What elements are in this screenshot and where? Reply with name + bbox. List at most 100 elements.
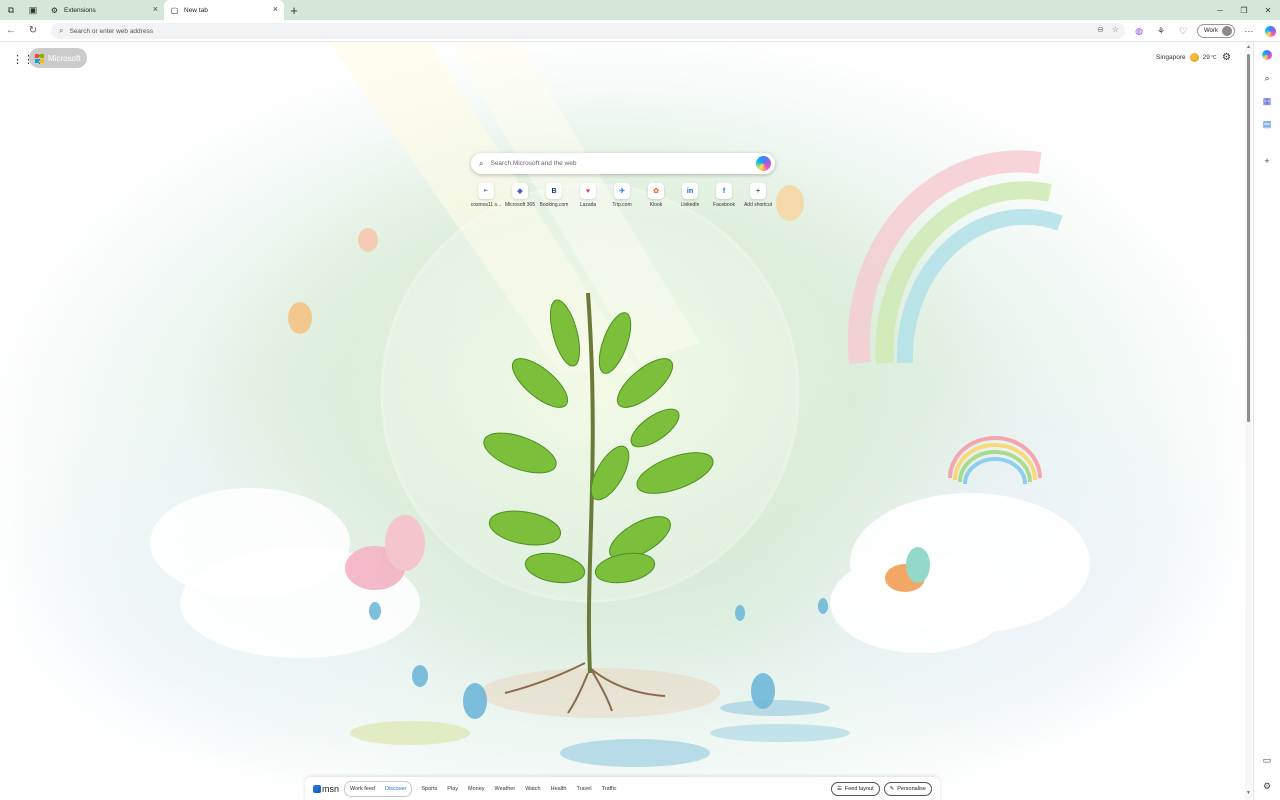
newtab-page-icon: ▢ bbox=[170, 5, 179, 15]
profile-button[interactable]: Work bbox=[1197, 24, 1235, 38]
scroll-down-icon[interactable]: ▼ bbox=[1245, 790, 1252, 798]
favorite-star-icon[interactable]: ☆ bbox=[1112, 25, 1119, 34]
tab-actions-icon[interactable]: ▣ bbox=[22, 0, 44, 20]
copilot-sidebar-icon[interactable] bbox=[1260, 48, 1274, 62]
shortcut-tile[interactable]: ✈ Trip.com bbox=[605, 183, 639, 208]
search-icon: ⌕ bbox=[59, 26, 64, 35]
shortcut-label: Lazada bbox=[579, 202, 597, 208]
weather-widget[interactable]: Singapore 29 °C bbox=[1156, 53, 1217, 62]
brand-label: Microsoft bbox=[48, 53, 81, 63]
shortcut-favicon-icon: + bbox=[750, 183, 766, 199]
partly-sunny-icon bbox=[1189, 53, 1199, 62]
shortcut-favicon-icon: B bbox=[546, 183, 562, 199]
weather-temp: 29 bbox=[1202, 54, 1210, 61]
page-scrollbar[interactable]: ▲ ▼ bbox=[1245, 42, 1252, 800]
shortcut-label: Booking.com bbox=[539, 202, 569, 208]
feed-tab[interactable]: Traffic bbox=[597, 782, 622, 796]
extensions-puzzle-icon[interactable]: ⚘ bbox=[1153, 23, 1169, 39]
shortcut-label: cosmos11 s... bbox=[470, 202, 502, 208]
shortcut-tile[interactable]: in LinkedIn bbox=[673, 183, 707, 208]
close-window-icon[interactable]: ✕ bbox=[1256, 0, 1280, 20]
shortcut-favicon-icon: •· bbox=[478, 183, 494, 199]
msn-label: msn bbox=[322, 784, 340, 794]
window-controls: ─ ❐ ✕ bbox=[1208, 0, 1280, 20]
shortcut-tile[interactable]: •· cosmos11 s... bbox=[469, 183, 503, 208]
shortcut-label: Trip.com bbox=[612, 202, 632, 208]
close-tab-icon[interactable]: × bbox=[153, 5, 158, 14]
copilot-search-icon[interactable] bbox=[756, 156, 771, 171]
tab-title: Extensions bbox=[64, 6, 96, 14]
tab-extensions[interactable]: ⚙ Extensions × bbox=[44, 0, 164, 20]
edge-sidebar: ⌕ ▦ ▤ + ▭ ⚙ bbox=[1253, 42, 1280, 800]
shortcut-tile[interactable]: ✿ Klook bbox=[639, 183, 673, 208]
shortcut-tile[interactable]: ◆ Microsoft 365 bbox=[503, 183, 537, 208]
shortcut-favicon-icon: ◆ bbox=[512, 183, 528, 199]
teams-icon[interactable]: ▦ bbox=[1260, 94, 1274, 108]
weather-city: Singapore bbox=[1156, 54, 1186, 61]
feed-layout-label: Feed layout bbox=[844, 786, 874, 792]
shortcut-label: Facebook bbox=[713, 202, 735, 208]
feed-tab[interactable]: Watch bbox=[520, 782, 545, 796]
tab-work-feed[interactable]: Work feed bbox=[345, 782, 380, 796]
minimize-icon[interactable]: ─ bbox=[1208, 0, 1232, 20]
msn-feed-bar: msn Work feed Discover Sports Play Money We… bbox=[305, 777, 940, 800]
feed-category-tabs: Sports Play Money Weather Watch Health Travel T… bbox=[416, 782, 621, 796]
tab-strip: ⧉ ▣ ⚙ Extensions × ▢ New tab × + ─ ❐ ✕ bbox=[0, 0, 1280, 20]
weather-unit: °C bbox=[1210, 54, 1217, 61]
refresh-button[interactable]: ↻ bbox=[22, 20, 44, 42]
add-sidebar-app-icon[interactable]: + bbox=[1260, 154, 1274, 168]
microsoft-logo-icon bbox=[35, 53, 44, 63]
search-icon: ⌕ bbox=[479, 158, 484, 168]
personalise-button[interactable]: ✎ Personalise bbox=[883, 782, 932, 796]
sidebar-settings-icon[interactable]: ⚙ bbox=[1260, 779, 1274, 793]
restore-icon[interactable]: ❐ bbox=[1232, 0, 1256, 20]
address-bar[interactable]: ⌕ Search or enter web address ⊖ ☆ bbox=[51, 23, 1125, 39]
tab-discover[interactable]: Discover bbox=[380, 782, 411, 796]
more-menu-icon[interactable]: ⋯ bbox=[1241, 23, 1257, 39]
split-screen-icon[interactable]: ▭ bbox=[1260, 753, 1274, 767]
feed-tab[interactable]: Money bbox=[463, 782, 490, 796]
zoom-icon[interactable]: ⊖ bbox=[1097, 25, 1104, 34]
feed-tab[interactable]: Health bbox=[546, 782, 572, 796]
feed-tab[interactable]: Weather bbox=[490, 782, 521, 796]
shortcut-favicon-icon: ♥ bbox=[580, 183, 596, 199]
layout-icon: ☰ bbox=[836, 786, 842, 792]
close-tab-icon[interactable]: × bbox=[273, 5, 278, 14]
scroll-up-icon[interactable]: ▲ bbox=[1245, 44, 1252, 52]
shortcut-favicon-icon: f bbox=[716, 183, 732, 199]
shortcut-label: Add shortcut bbox=[743, 202, 773, 208]
shortcut-tiles: •· cosmos11 s... ◆ Microsoft 365 B Booking.co… bbox=[469, 183, 775, 208]
outlook-icon[interactable]: ▤ bbox=[1260, 117, 1274, 131]
copilot-icon[interactable] bbox=[1263, 23, 1279, 39]
extension-icon[interactable]: ◍ bbox=[1131, 23, 1147, 39]
feed-toggle-group: Work feed Discover bbox=[344, 781, 413, 797]
tab-new-tab[interactable]: ▢ New tab × bbox=[164, 0, 284, 20]
search-icon[interactable]: ⌕ bbox=[1260, 71, 1274, 85]
workspaces-icon[interactable]: ⧉ bbox=[0, 0, 22, 20]
web-search-box[interactable]: ⌕ Search Microsoft and the web bbox=[471, 153, 775, 174]
tab-title: New tab bbox=[184, 6, 208, 14]
back-button[interactable]: ← bbox=[0, 20, 22, 42]
extensions-gear-icon: ⚙ bbox=[50, 5, 59, 15]
feed-tab[interactable]: Sports bbox=[416, 782, 442, 796]
shortcut-favicon-icon: ✿ bbox=[648, 183, 664, 199]
page-settings-gear-icon[interactable]: ⚙ bbox=[1222, 52, 1231, 63]
feed-tab[interactable]: Travel bbox=[572, 782, 597, 796]
shortcut-tile[interactable]: + Add shortcut bbox=[741, 183, 775, 208]
profile-label: Work bbox=[1204, 28, 1218, 34]
browser-essentials-icon[interactable]: ♡ bbox=[1175, 23, 1191, 39]
microsoft-brand-button[interactable]: Microsoft bbox=[29, 48, 87, 68]
pen-icon: ✎ bbox=[889, 786, 895, 792]
shortcut-tile[interactable]: ♥ Lazada bbox=[571, 183, 605, 208]
msn-logo[interactable]: msn bbox=[313, 784, 339, 794]
personalise-label: Personalise bbox=[897, 786, 926, 792]
shortcut-tile[interactable]: B Booking.com bbox=[537, 183, 571, 208]
shortcut-tile[interactable]: f Facebook bbox=[707, 183, 741, 208]
shortcut-label: LinkedIn bbox=[680, 202, 700, 208]
address-placeholder: Search or enter web address bbox=[69, 27, 153, 35]
feed-tab[interactable]: Play bbox=[442, 782, 463, 796]
new-tab-button[interactable]: + bbox=[284, 0, 304, 20]
search-placeholder: Search Microsoft and the web bbox=[490, 160, 577, 167]
scroll-thumb[interactable] bbox=[1247, 54, 1250, 422]
feed-layout-button[interactable]: ☰ Feed layout bbox=[830, 782, 880, 796]
